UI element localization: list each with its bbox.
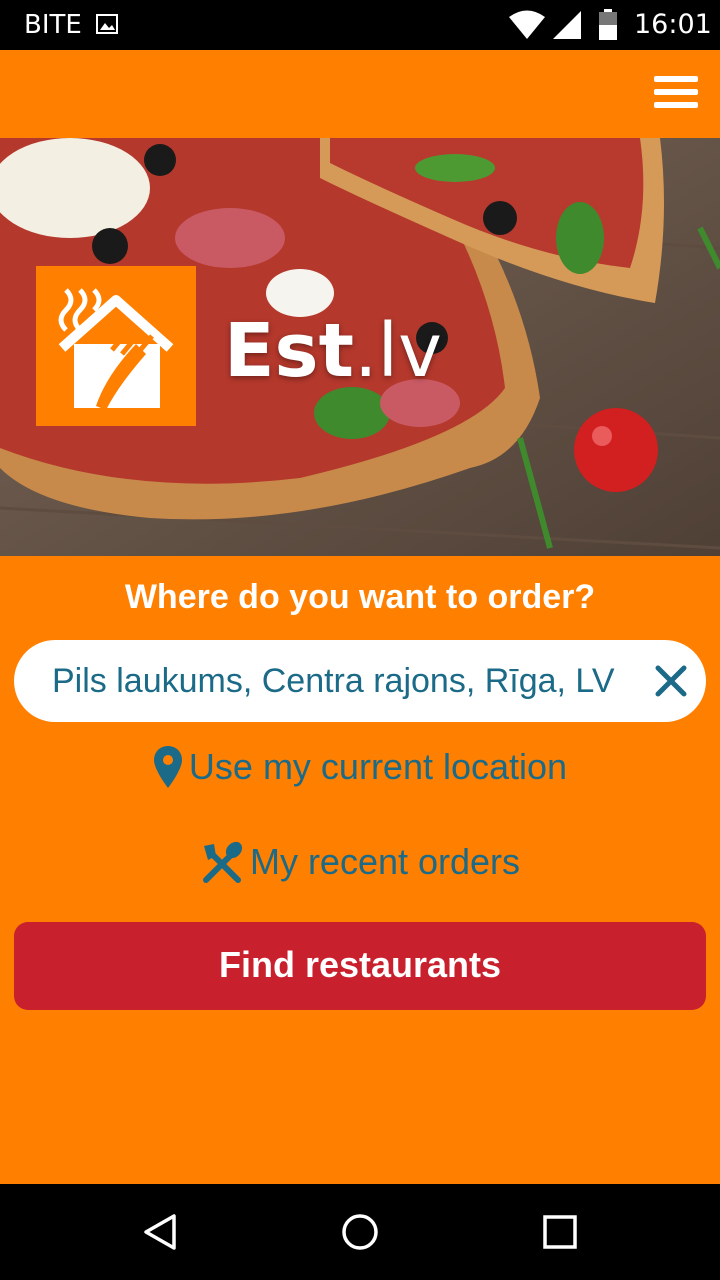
recents-icon[interactable] xyxy=(542,1214,578,1250)
logo-house-icon xyxy=(58,288,174,410)
hero-banner: Est.lv xyxy=(0,138,720,556)
brand-tld: lv xyxy=(377,308,442,394)
use-current-location-link[interactable]: Use my current location xyxy=(0,744,720,799)
battery-icon xyxy=(599,9,617,40)
close-icon[interactable] xyxy=(650,660,692,702)
brand-name: Est.lv xyxy=(224,308,442,394)
logo-box xyxy=(36,266,196,426)
status-bar: BITE 16:01 xyxy=(0,0,720,50)
wifi-icon xyxy=(509,10,545,39)
current-location-label: Use my current location xyxy=(188,746,568,787)
brand-dot: . xyxy=(353,308,378,394)
cutlery-icon xyxy=(202,841,243,883)
recent-orders-label: My recent orders xyxy=(249,841,521,882)
signal-icon xyxy=(553,11,581,39)
clock: 16:01 xyxy=(634,9,712,40)
app-bar xyxy=(0,50,720,138)
order-question: Where do you want to order? xyxy=(124,578,596,616)
location-pin-icon xyxy=(153,746,182,788)
find-restaurants-button[interactable]: Find restaurants xyxy=(14,922,706,1010)
menu-icon[interactable] xyxy=(654,76,698,112)
address-search xyxy=(14,640,706,722)
home-icon[interactable] xyxy=(340,1212,380,1252)
address-input[interactable] xyxy=(52,654,622,708)
carrier-name: BITE xyxy=(24,10,82,40)
brand-main: Est xyxy=(224,308,354,394)
recent-orders-link[interactable]: My recent orders xyxy=(0,840,720,893)
back-icon[interactable] xyxy=(140,1212,180,1252)
image-icon xyxy=(96,14,118,34)
